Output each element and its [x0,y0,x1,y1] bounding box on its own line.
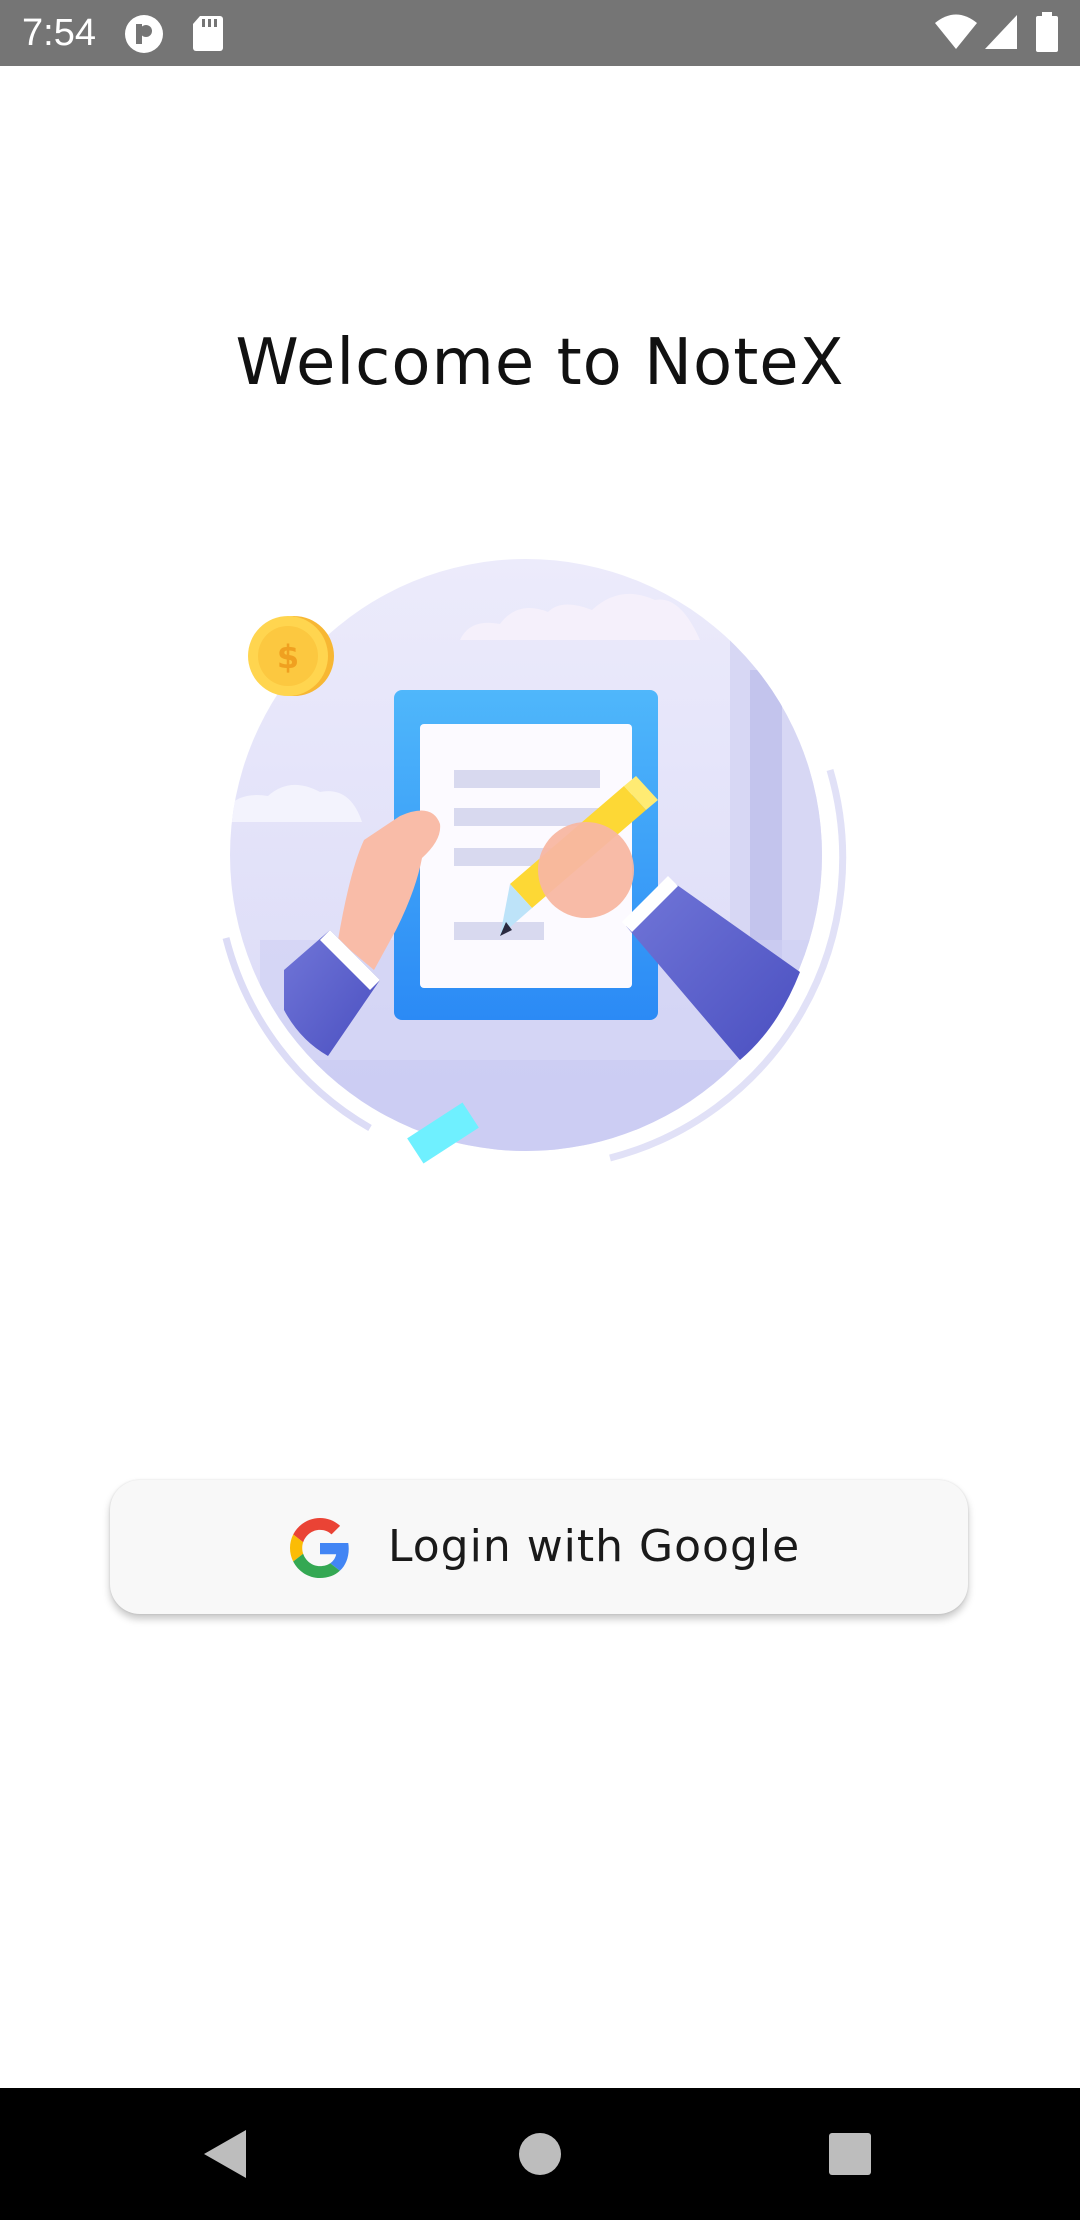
sd-card-icon [193,16,223,51]
note-writing-illustration: $ [222,559,847,1164]
home-icon[interactable] [510,2124,570,2184]
login-with-google-button[interactable]: Login with Google [110,1480,968,1614]
welcome-title: Welcome to NoteX [235,326,845,400]
back-icon[interactable] [196,2124,256,2184]
signal-icon [985,15,1017,49]
login-button-label: Login with Google [388,1521,801,1572]
login-screen: 7:54 Welcome to NoteX $ Login with Googl… [0,0,1080,2220]
coin-symbol: $ [277,638,299,676]
wifi-icon [935,14,977,49]
battery-icon [1036,12,1058,52]
status-bar: 7:54 [0,0,1080,66]
navigation-bar [0,2088,1080,2220]
google-icon [290,1518,349,1578]
recents-icon[interactable] [820,2124,880,2184]
notification-app-icon [125,15,163,53]
coin-icon: $ [248,616,334,696]
status-time: 7:54 [22,12,96,54]
